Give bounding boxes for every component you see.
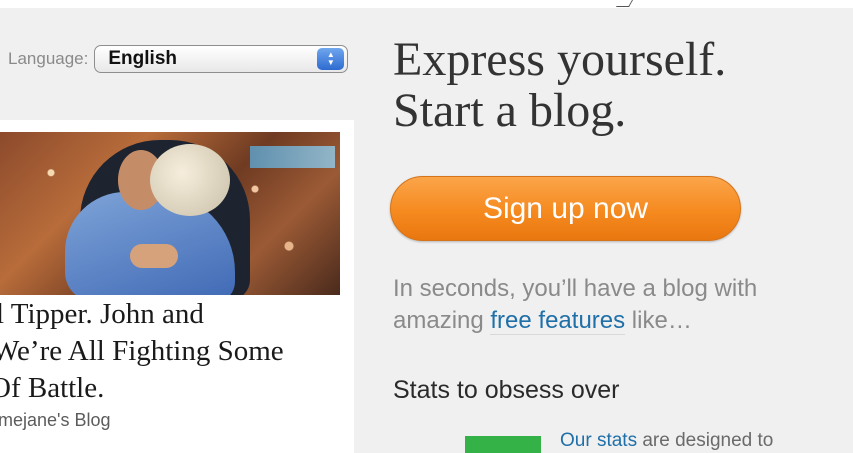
image-figure-hair xyxy=(150,144,230,216)
headline-line: Start a blog. xyxy=(393,84,627,137)
language-select[interactable]: English ▲ ▼ xyxy=(94,45,349,73)
image-figure-hand xyxy=(130,244,178,268)
our-stats-link[interactable]: Our stats xyxy=(560,430,637,451)
headline-line: Express yourself. xyxy=(393,33,727,86)
language-row: Language: English ▲ ▼ xyxy=(8,42,349,76)
free-features-link[interactable]: free features xyxy=(490,307,626,335)
top-strip xyxy=(0,0,853,8)
hero-headline: Express yourself. Start a blog. xyxy=(393,34,843,136)
stats-chart-icon xyxy=(465,436,541,453)
stats-description-text: are designed to xyxy=(637,430,774,451)
featured-post-image[interactable] xyxy=(0,132,340,295)
page: Language: English ▲ ▼ l Tipper. John and … xyxy=(0,0,853,453)
stats-description: Our stats are designed to xyxy=(560,430,773,452)
featured-post-author[interactable]: mejane's Blog xyxy=(0,410,111,431)
post-title-line: We’re All Fighting Some xyxy=(0,335,284,367)
sign-up-button[interactable]: Sign up now xyxy=(390,176,741,241)
image-banner xyxy=(250,146,335,168)
select-arrows-icon: ▲ ▼ xyxy=(317,48,345,70)
stats-section-title: Stats to obsess over xyxy=(393,376,620,404)
language-label: Language: xyxy=(8,49,89,68)
featured-post-title[interactable]: l Tipper. John and We’re All Fighting So… xyxy=(0,296,346,407)
intro-text: In seconds, you’ll have a blog with amaz… xyxy=(393,273,848,337)
post-title-line: l Tipper. John and xyxy=(0,298,204,330)
featured-post-card[interactable]: l Tipper. John and We’re All Fighting So… xyxy=(0,120,354,453)
post-title-line: Of Battle. xyxy=(0,372,105,404)
intro-text-end: like… xyxy=(625,307,692,334)
language-selected-value: English xyxy=(108,48,177,69)
